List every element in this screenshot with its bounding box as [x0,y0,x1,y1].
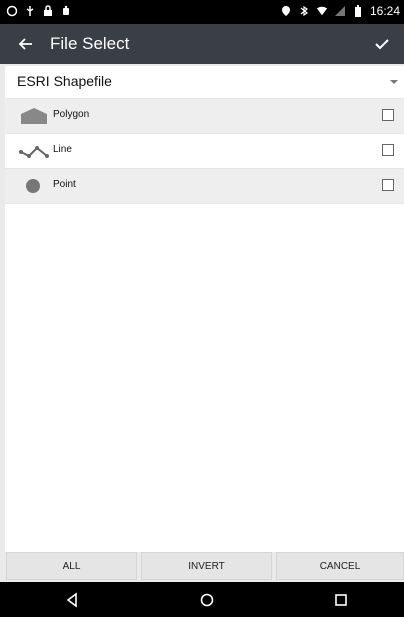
status-right-icons: 16:24 [280,4,400,18]
navigation-bar [0,582,404,617]
nav-recent-button[interactable] [331,590,351,610]
back-triangle-icon [66,592,77,608]
done-button[interactable] [370,32,394,56]
polygon-icon [21,108,47,124]
arrow-left-icon [18,38,32,50]
android-icon [60,4,72,18]
format-dropdown[interactable]: ESRI Shapefile [5,66,404,99]
signal-icon [334,4,346,18]
battery-icon [352,4,364,18]
circle-icon [6,4,18,18]
point-icon [26,179,40,193]
status-bar: 16:24 [0,0,404,24]
invert-button[interactable]: INVERT [141,552,272,580]
page-title: File Select [50,34,130,53]
format-selected: ESRI Shapefile [17,73,112,89]
location-icon [280,4,292,18]
app-bar: File Select [0,24,404,64]
cancel-button[interactable]: CANCEL [276,552,404,580]
list-item-label: Polygon [53,109,90,120]
point-checkbox[interactable] [382,179,394,191]
usb-icon [24,4,36,18]
check-icon [375,39,389,50]
line-checkbox[interactable] [382,144,394,156]
home-circle-icon [200,593,214,607]
all-button[interactable]: ALL [6,552,137,580]
line-icon [19,146,49,158]
bluetooth-icon [298,4,310,18]
triangle-down-icon [390,80,398,84]
nav-home-button[interactable] [197,590,217,610]
nav-back-button[interactable] [62,590,82,610]
list-item[interactable]: Line [5,134,404,169]
wifi-icon [316,4,328,18]
list-item-label: Line [53,144,72,155]
list-item[interactable]: Point [5,169,404,204]
status-time: 16:24 [369,4,400,18]
list-item-label: Point [53,179,76,190]
lock-icon [42,4,54,18]
file-select-panel: ESRI Shapefile Polygon Line Point [5,66,404,552]
recent-square-icon [335,594,347,606]
back-button[interactable] [14,32,38,56]
list-item[interactable]: Polygon [5,99,404,134]
polygon-checkbox[interactable] [382,109,394,121]
status-left-icons [6,4,72,18]
